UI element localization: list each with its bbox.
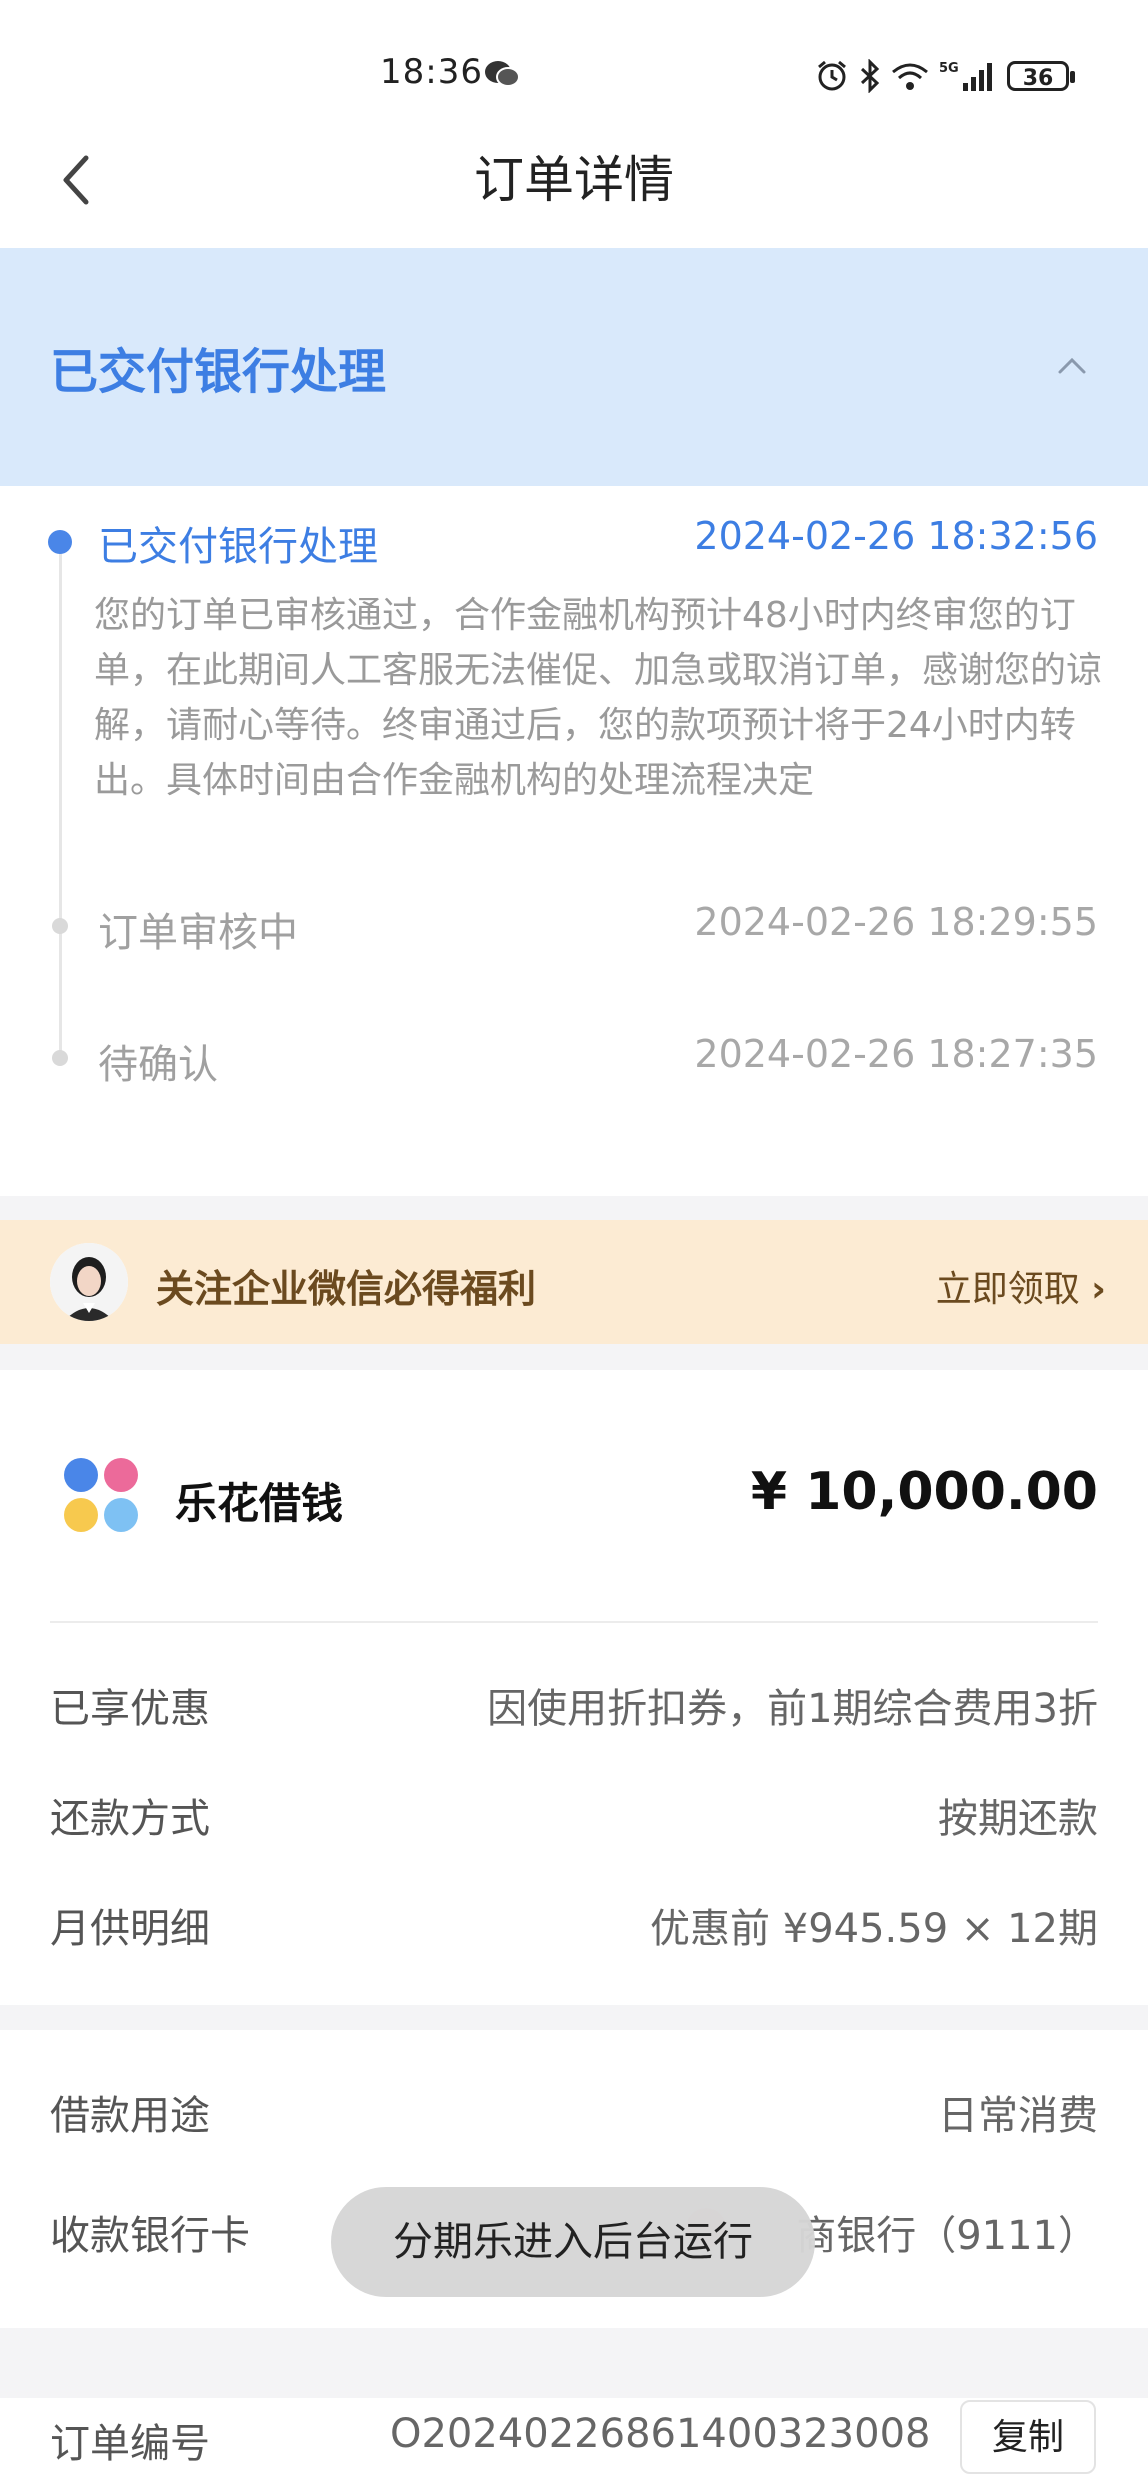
timeline-step-description: 您的订单已审核通过，合作金融机构预计48小时内终审您的订单，在此期间人工客服无法… — [94, 595, 1103, 801]
bank-card-value: 商银行（9111） — [796, 2213, 1098, 2259]
repayment-method-value: 按期还款 — [938, 1796, 1098, 1842]
timeline-step-time: 2024-02-26 18:27:35 — [694, 1032, 1098, 1076]
timeline-dot — [52, 1050, 68, 1066]
timeline-dot-active — [48, 530, 72, 554]
network-type-label: 5G — [939, 61, 959, 76]
loan-purpose-label: 借款用途 — [50, 2093, 210, 2139]
timeline-dot — [52, 918, 68, 934]
bluetooth-icon — [860, 59, 880, 93]
repayment-method-label: 还款方式 — [50, 1796, 210, 1842]
monthly-detail-value[interactable]: 优惠前 ¥945.59 × 12期 — [650, 1896, 1098, 1954]
system-icons: 5G 36 — [815, 56, 1075, 96]
discount-value: 因使用折扣券，前1期综合费用3折 — [487, 1686, 1098, 1732]
chevron-up-icon[interactable] — [1052, 350, 1092, 380]
timeline-step-title: 已交付银行处理 — [98, 524, 378, 570]
promo-claim-link[interactable]: 立即领取 › — [936, 1260, 1106, 1312]
battery-indicator: 36 — [1007, 61, 1075, 91]
status-clock: 18:36 — [380, 52, 483, 92]
divider — [50, 1621, 1098, 1623]
wifi-icon — [892, 63, 928, 90]
page-title: 订单详情 — [474, 151, 674, 209]
order-number-label: 订单编号 — [50, 2421, 210, 2467]
copy-button[interactable]: 复制 — [960, 2400, 1096, 2474]
signal-icon: 5G — [939, 61, 992, 91]
system-toast: 分期乐进入后台运行 — [331, 2187, 815, 2297]
lehua-logo-icon — [64, 1458, 138, 1532]
timeline-line — [59, 545, 62, 1060]
chevron-right-icon: › — [1091, 1269, 1106, 1310]
timeline-step-title: 订单审核中 — [98, 910, 298, 956]
product-name: 乐花借钱 — [175, 1479, 344, 1528]
loan-amount: ¥ 10,000.00 — [750, 1462, 1098, 1522]
timeline-step-title: 待确认 — [98, 1042, 218, 1088]
promo-link-label: 立即领取 — [935, 1269, 1080, 1310]
bank-card-label: 收款银行卡 — [50, 2213, 250, 2259]
timeline-step-time: 2024-02-26 18:29:55 — [694, 900, 1098, 944]
loan-purpose-value: 日常消费 — [938, 2093, 1098, 2139]
monthly-detail-label: 月供明细 — [50, 1906, 210, 1952]
discount-label: 已享优惠 — [50, 1686, 210, 1732]
timeline-step-time: 2024-02-26 18:32:56 — [694, 514, 1098, 558]
avatar — [50, 1243, 128, 1321]
order-number-value: O20240226861400323008 — [390, 2411, 931, 2457]
promo-text: 关注企业微信必得福利 — [156, 1267, 537, 1311]
alarm-icon — [818, 60, 846, 91]
wechat-icon — [485, 61, 520, 87]
status-banner-title: 已交付银行处理 — [50, 344, 387, 400]
